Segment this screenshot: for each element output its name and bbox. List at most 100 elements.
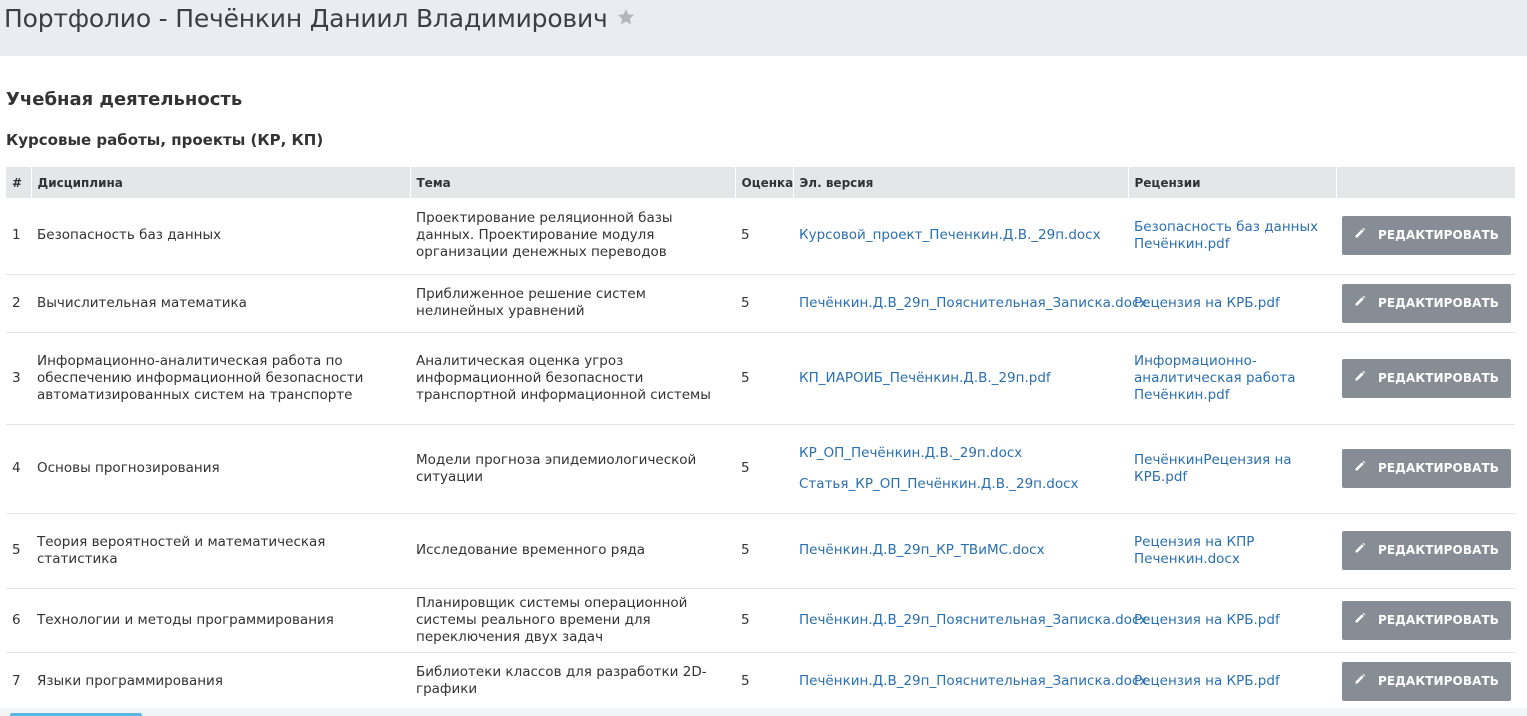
review-cell: Рецензия на КРБ.pdf xyxy=(1128,652,1336,711)
subsection-title: Курсовые работы, проекты (КР, КП) xyxy=(6,131,324,149)
grade-cell: 5 xyxy=(735,332,793,425)
edit-button-label: РЕДАКТИРОВАТЬ xyxy=(1377,461,1500,475)
table-row: 1 Безопасность баз данных Проектирование р… xyxy=(6,198,1515,275)
edit-button[interactable]: РЕДАКТИРОВАТЬ xyxy=(1342,600,1511,640)
file-link[interactable]: Печёнкин.Д.В_29п_Пояснительная_Записка.d… xyxy=(799,673,1147,690)
pencil-icon xyxy=(1354,370,1366,387)
topic-cell: Библиотеки классов для разработки 2D-гра… xyxy=(410,652,735,711)
topic-cell: Аналитическая оценка угроз информационно… xyxy=(410,332,735,425)
file-link[interactable]: Печёнкин.Д.В_29п_Пояснительная_Записка.d… xyxy=(799,612,1147,629)
topic-cell: Приближенное решение систем нелинейных у… xyxy=(410,274,735,333)
file-link[interactable]: Печёнкин.Д.В_29п_КР_ТВиМС.docx xyxy=(799,542,1122,559)
discipline-cell: Основы прогнозирования xyxy=(31,424,410,514)
review-cell: ПечёнкинРецензия на КРБ.pdf xyxy=(1128,424,1336,514)
discipline-cell: Безопасность баз данных xyxy=(31,198,410,275)
page-title: Портфолио - Печёнкин Даниил Владимирович xyxy=(4,4,636,33)
grade-cell: 5 xyxy=(735,424,793,514)
edit-button[interactable]: РЕДАКТИРОВАТЬ xyxy=(1342,661,1511,701)
file-link[interactable]: Печёнкин.Д.В_29п_Пояснительная_Записка.d… xyxy=(799,295,1147,312)
actions-cell: РЕДАКТИРОВАТЬ xyxy=(1336,424,1515,514)
page-title-text: Портфолио - Печёнкин Даниил Владимирович xyxy=(4,4,608,33)
review-cell: Безопасность баз данных Печёнкин.pdf xyxy=(1128,198,1336,275)
review-cell: Рецензия на КРБ.pdf xyxy=(1128,274,1336,333)
file-link[interactable]: Курсовой_проект_Печенкин.Д.В._29п.docx xyxy=(799,227,1122,244)
file-cell: Печёнкин.Д.В_29п_Пояснительная_Записка.d… xyxy=(793,274,1147,333)
edit-button[interactable]: РЕДАКТИРОВАТЬ xyxy=(1342,216,1511,256)
row-number: 1 xyxy=(6,198,31,275)
row-number: 6 xyxy=(6,588,31,653)
actions-cell: РЕДАКТИРОВАТЬ xyxy=(1336,274,1515,333)
bottom-strip xyxy=(0,708,1527,716)
grade-cell: 5 xyxy=(735,588,793,653)
review-link[interactable]: Безопасность баз данных Печёнкин.pdf xyxy=(1134,219,1318,252)
file-cell: КП_ИАРОИБ_Печёнкин.Д.В._29п.pdf xyxy=(793,332,1128,425)
edit-button[interactable]: РЕДАКТИРОВАТЬ xyxy=(1342,449,1511,488)
review-link[interactable]: Рецензия на КРБ.pdf xyxy=(1134,673,1280,689)
review-link[interactable]: Рецензия на КПР Печенкин.docx xyxy=(1134,534,1254,567)
review-link[interactable]: Рецензия на КРБ.pdf xyxy=(1134,612,1280,628)
file-cell: Печёнкин.Д.В_29п_КР_ТВиМС.docx xyxy=(793,513,1128,589)
edit-button-label: РЕДАКТИРОВАТЬ xyxy=(1377,543,1500,557)
edit-button-label: РЕДАКТИРОВАТЬ xyxy=(1377,228,1500,243)
discipline-cell: Теория вероятностей и математическая ста… xyxy=(31,513,410,589)
edit-button-label: РЕДАКТИРОВАТЬ xyxy=(1377,370,1500,385)
section-title: Учебная деятельность xyxy=(6,89,243,110)
pencil-icon xyxy=(1354,227,1366,244)
discipline-cell: Вычислительная математика xyxy=(31,274,410,333)
file-link[interactable]: КП_ИАРОИБ_Печёнкин.Д.В._29п.pdf xyxy=(799,370,1122,387)
edit-button-label: РЕДАКТИРОВАТЬ xyxy=(1377,673,1500,688)
review-cell: Рецензия на КРБ.pdf xyxy=(1128,588,1336,653)
edit-button[interactable]: РЕДАКТИРОВАТЬ xyxy=(1342,358,1511,398)
table-row: 4 Основы прогнозирования Модели прогноза э… xyxy=(6,424,1515,514)
file-cell: Печёнкин.Д.В_29п_Пояснительная_Записка.d… xyxy=(793,588,1147,653)
pencil-icon xyxy=(1354,460,1366,477)
file-link[interactable]: Статья_КР_ОП_Печёнкин.Д.В._29п.docx xyxy=(799,476,1122,493)
pencil-icon xyxy=(1354,542,1366,559)
table-row: 3 Информационно-аналитическая работа по о… xyxy=(6,332,1515,425)
star-icon[interactable] xyxy=(616,4,636,33)
topic-cell: Проектирование реляционной базы данных. … xyxy=(410,198,735,275)
table-row: 6 Технологии и методы программирования Пла… xyxy=(6,588,1515,653)
actions-cell: РЕДАКТИРОВАТЬ xyxy=(1336,332,1515,425)
discipline-cell: Языки программирования xyxy=(31,652,410,711)
column-header-file[interactable]: Эл. версия xyxy=(793,167,1129,198)
topic-cell: Модели прогноза эпидемиологической ситуа… xyxy=(410,424,735,514)
edit-button[interactable]: РЕДАКТИРОВАТЬ xyxy=(1342,531,1511,570)
row-number: 4 xyxy=(6,424,31,514)
table-row: 5 Теория вероятностей и математическая ст… xyxy=(6,513,1515,589)
table-row: 7 Языки программирования Библиотеки классо… xyxy=(6,652,1515,711)
discipline-cell: Технологии и методы программирования xyxy=(31,588,410,653)
column-header-actions xyxy=(1336,167,1516,198)
pencil-icon xyxy=(1354,673,1366,690)
page-header: Портфолио - Печёнкин Даниил Владимирович xyxy=(0,0,1527,56)
file-cell: Курсовой_проект_Печенкин.Д.В._29п.docx xyxy=(793,198,1128,275)
actions-cell: РЕДАКТИРОВАТЬ xyxy=(1336,588,1515,653)
column-header-num[interactable]: # xyxy=(6,167,32,198)
row-number: 5 xyxy=(6,513,31,589)
review-link[interactable]: ПечёнкинРецензия на КРБ.pdf xyxy=(1134,452,1292,485)
review-cell: Рецензия на КПР Печенкин.docx xyxy=(1128,513,1336,589)
column-header-discipline[interactable]: Дисциплина xyxy=(31,167,411,198)
grade-cell: 5 xyxy=(735,198,793,275)
column-header-topic[interactable]: Тема xyxy=(410,167,736,198)
review-link[interactable]: Информационно-аналитическая работа Печён… xyxy=(1134,353,1296,403)
column-header-reviews[interactable]: Рецензии xyxy=(1128,167,1337,198)
column-header-grade[interactable]: Оценка xyxy=(735,167,794,198)
file-link[interactable]: КР_ОП_Печёнкин.Д.В._29п.docx xyxy=(799,445,1122,462)
grade-cell: 5 xyxy=(735,513,793,589)
topic-cell: Планировщик системы операционной системы… xyxy=(410,588,735,653)
review-link[interactable]: Рецензия на КРБ.pdf xyxy=(1134,295,1280,311)
grade-cell: 5 xyxy=(735,274,793,333)
pencil-icon xyxy=(1354,295,1366,312)
file-cell: Печёнкин.Д.В_29п_Пояснительная_Записка.d… xyxy=(793,652,1147,711)
edit-button[interactable]: РЕДАКТИРОВАТЬ xyxy=(1342,283,1511,323)
actions-cell: РЕДАКТИРОВАТЬ xyxy=(1336,513,1515,589)
topic-cell: Исследование временного ряда xyxy=(410,513,735,589)
table-row: 2 Вычислительная математика Приближенное р… xyxy=(6,274,1515,333)
grade-cell: 5 xyxy=(735,652,793,711)
discipline-cell: Информационно-аналитическая работа по об… xyxy=(31,332,410,425)
actions-cell: РЕДАКТИРОВАТЬ xyxy=(1336,198,1515,275)
file-cell: КР_ОП_Печёнкин.Д.В._29п.docx Статья_КР_ОП… xyxy=(793,424,1128,514)
review-cell: Информационно-аналитическая работа Печён… xyxy=(1128,332,1336,425)
table-header-row: # Дисциплина Тема Оценка Эл. версия Реце… xyxy=(6,167,1516,198)
